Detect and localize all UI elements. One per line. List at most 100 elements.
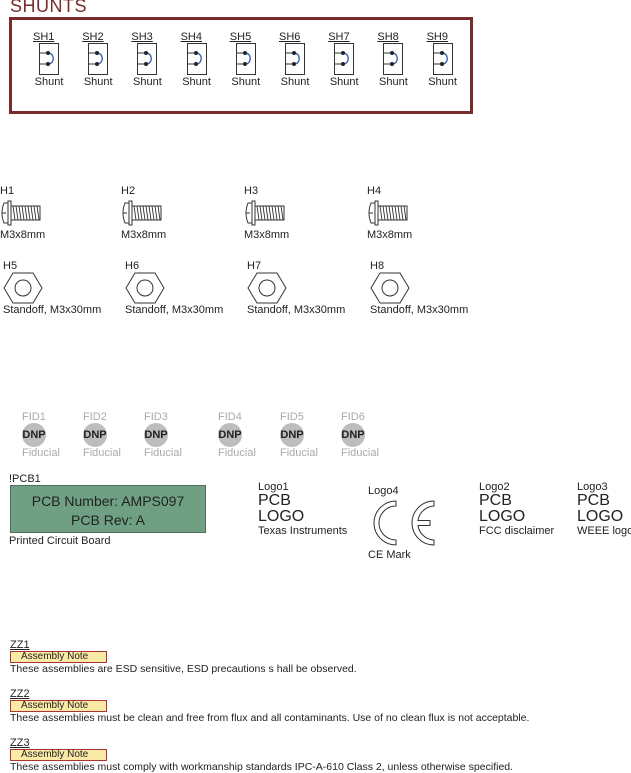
dnp-badge: DNP (341, 423, 365, 447)
logo1[interactable]: Logo1 PCB LOGO Texas Instruments (258, 481, 347, 537)
fiducial-component[interactable]: FID2 DNP Fiducial (83, 411, 133, 459)
ce-mark-icon (373, 500, 435, 546)
fiducial-ref: FID6 (341, 411, 365, 423)
shunt-label: Shunt (182, 76, 211, 88)
pcb-rev: PCB Rev: A (71, 512, 145, 528)
shunt-ref: SH6 (279, 31, 301, 43)
standoff-label: Standoff, M3x30mm (247, 304, 346, 316)
shunt-jumper-icon (226, 43, 266, 75)
standoff-label: Standoff, M3x30mm (125, 304, 224, 316)
screw-label: M3x8mm (244, 229, 290, 241)
logo-line2: LOGO (577, 508, 624, 525)
shunt-ref: SH4 (180, 31, 202, 43)
shunt-component[interactable]: SH6 Shunt (275, 31, 315, 88)
logo-line1: PCB (258, 492, 291, 509)
standoff-component[interactable]: H5 Standoff, M3x30mm (3, 260, 123, 316)
screw-component[interactable]: H4 M3x8mm (367, 185, 447, 241)
dnp-badge: DNP (22, 423, 46, 447)
shunt-label: Shunt (329, 76, 359, 88)
fiducial-label: Fiducial (83, 447, 121, 459)
shunt-component[interactable]: SH5 Shunt (226, 31, 266, 88)
shunt-label: Shunt (379, 76, 408, 88)
standoff-component[interactable]: H6 Standoff, M3x30mm (125, 260, 245, 316)
assembly-note[interactable]: ZZ2 Assembly Note These assemblies must be… (10, 688, 529, 724)
shunt-component[interactable]: SH1 Shunt (29, 31, 69, 88)
shunt-ref: SH1 (33, 31, 55, 43)
hex-standoff-icon (3, 272, 123, 304)
logo-line2: LOGO (258, 508, 305, 525)
shunt-ref: SH7 (328, 31, 350, 43)
note-ref: ZZ2 (10, 688, 30, 700)
logo-line2: LOGO (479, 508, 526, 525)
screw-ref: H4 (367, 185, 382, 197)
fiducial-label: Fiducial (341, 447, 379, 459)
standoff-label: Standoff, M3x30mm (370, 304, 469, 316)
screw-label: M3x8mm (0, 229, 46, 241)
fiducial-label: Fiducial (280, 447, 318, 459)
shunt-ref: SH2 (82, 31, 104, 43)
screw-component[interactable]: H2 M3x8mm (121, 185, 201, 241)
logo4[interactable]: Logo4 CE Mark (368, 485, 440, 561)
standoff-ref: H7 (247, 260, 262, 272)
fiducial-ref: FID5 (280, 411, 304, 423)
fiducial-label: Fiducial (144, 447, 182, 459)
shunt-ref: SH8 (377, 31, 399, 43)
fiducial-component[interactable]: FID1 DNP Fiducial (22, 411, 72, 459)
standoff-ref: H6 (125, 260, 140, 272)
screw-icon (367, 197, 447, 229)
shunt-label: Shunt (133, 76, 162, 88)
shunt-jumper-icon (423, 43, 463, 75)
shunt-component[interactable]: SH8 Shunt (373, 31, 413, 88)
shunt-component[interactable]: SH3 Shunt (127, 31, 167, 88)
screw-ref: H1 (0, 185, 15, 197)
logo-label: FCC disclaimer (479, 525, 555, 537)
shunt-component[interactable]: SH2 Shunt (78, 31, 118, 88)
logo3[interactable]: Logo3 PCB LOGO WEEE logo (577, 481, 631, 537)
logo-line1: PCB (577, 492, 610, 509)
dnp-badge: DNP (280, 423, 304, 447)
shunt-component[interactable]: SH4 Shunt (177, 31, 217, 88)
logo2[interactable]: Logo2 PCB LOGO FCC disclaimer (479, 481, 554, 537)
screw-component[interactable]: H3 M3x8mm (244, 185, 324, 241)
note-ref: ZZ1 (10, 639, 30, 651)
shunt-component[interactable]: SH7 Shunt (324, 31, 364, 88)
fiducial-component[interactable]: FID6 DNP Fiducial (341, 411, 391, 459)
logo-line1: PCB (479, 492, 512, 509)
screw-label: M3x8mm (367, 229, 413, 241)
fiducial-ref: FID3 (144, 411, 168, 423)
assembly-note[interactable]: ZZ3 Assembly Note These assemblies must co… (10, 737, 513, 773)
fiducial-label: Fiducial (218, 447, 256, 459)
shunt-label: Shunt (231, 76, 261, 88)
dnp-badge: DNP (83, 423, 107, 447)
shunt-jumper-icon (29, 43, 69, 75)
shunt-ref: SH9 (426, 31, 448, 43)
screw-label: M3x8mm (121, 229, 167, 241)
note-text: These assemblies must be clean and free … (10, 712, 530, 724)
fiducial-component[interactable]: FID3 DNP Fiducial (144, 411, 194, 459)
screw-component[interactable]: H1 M3x8mm (0, 185, 80, 241)
standoff-component[interactable]: H8 Standoff, M3x30mm (370, 260, 490, 316)
assembly-note-badge: Assembly Note (10, 749, 107, 761)
screw-ref: H2 (121, 185, 136, 197)
fiducial-component[interactable]: FID5 DNP Fiducial (280, 411, 330, 459)
fiducial-ref: FID4 (218, 411, 242, 423)
fiducial-ref: FID2 (83, 411, 107, 423)
screw-ref: H3 (244, 185, 259, 197)
assembly-note-badge: Assembly Note (10, 700, 107, 712)
screw-icon (244, 197, 324, 229)
shunt-component[interactable]: SH9 Shunt (423, 31, 463, 88)
fiducial-component[interactable]: FID4 DNP Fiducial (218, 411, 268, 459)
shunt-jumper-icon (177, 43, 217, 75)
hex-standoff-icon (370, 272, 490, 304)
fiducial-ref: FID1 (22, 411, 46, 423)
shunt-jumper-icon (127, 43, 167, 75)
assembly-note[interactable]: ZZ1 Assembly Note These assemblies are ESD… (10, 639, 357, 675)
standoff-component[interactable]: H7 Standoff, M3x30mm (247, 260, 367, 316)
standoff-ref: H5 (3, 260, 18, 272)
note-ref: ZZ3 (10, 737, 30, 749)
logo-label: CE Mark (368, 549, 411, 561)
pcb-component[interactable]: PCB Number: AMPS097 PCB Rev: A (10, 485, 206, 533)
dnp-badge: DNP (218, 423, 242, 447)
standoff-label: Standoff, M3x30mm (3, 304, 102, 316)
shunt-jumper-icon (275, 43, 315, 75)
